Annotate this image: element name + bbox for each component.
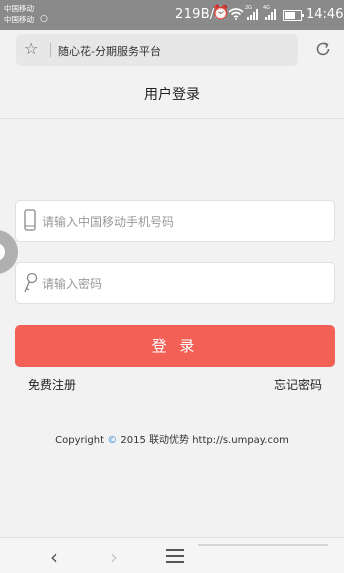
password-placeholder: 请输入密码 <box>42 277 103 291</box>
back-icon[interactable]: ‹ <box>50 545 58 569</box>
toolbar-indicator <box>198 544 328 546</box>
carrier-top: 中国移动 <box>4 4 34 13</box>
key-icon <box>24 272 38 293</box>
register-link[interactable]: 免费注册 <box>28 376 76 393</box>
phone-placeholder: 请输入中国移动手机号码 <box>42 215 175 229</box>
sim1-signal-icon: 2G <box>245 5 258 20</box>
password-field[interactable]: 请输入密码 <box>15 262 335 304</box>
star-icon[interactable]: ☆ <box>24 39 38 58</box>
alarm-icon: ⏰ <box>212 5 230 21</box>
copyright-text: 2015 联动优势 http://s.umpay.com <box>120 435 289 446</box>
sim1-type: 2G <box>245 5 253 11</box>
phone-field[interactable]: 请输入中国移动手机号码 <box>15 200 335 242</box>
battery-icon <box>283 10 304 21</box>
status-bar: 中国移动 中国移动 ○ 219B/s ⏰ 2G 4G 14:46 <box>0 0 344 30</box>
sim2-type: 4G <box>263 5 271 11</box>
browser-toolbar: ‹ › <box>0 537 344 573</box>
reload-icon[interactable] <box>314 40 332 58</box>
url-divider <box>50 43 51 57</box>
clock: 14:46 <box>306 7 344 22</box>
login-button[interactable]: 登 录 <box>15 325 335 367</box>
browser-page-title: 随心花-分期服务平台 <box>58 45 161 58</box>
carrier-bottom: 中国移动 <box>4 15 34 24</box>
carrier-signal-icon: ○ <box>40 14 48 24</box>
wifi-icon <box>228 8 244 20</box>
copyright-label: Copyright <box>55 435 105 446</box>
forward-icon[interactable]: › <box>110 545 118 569</box>
header-divider <box>0 118 344 119</box>
copyright-icon: © <box>107 435 118 446</box>
phone-icon <box>24 209 36 231</box>
carrier-labels: 中国移动 中国移动 <box>4 3 34 25</box>
copyright-footer: Copyright © 2015 联动优势 http://s.umpay.com <box>0 431 344 446</box>
menu-icon[interactable] <box>166 549 184 567</box>
page-title: 用户登录 <box>144 87 200 103</box>
sim2-signal-icon: 4G <box>263 5 276 20</box>
forgot-password-link[interactable]: 忘记密码 <box>274 376 322 393</box>
url-bar[interactable]: ☆ 随心花-分期服务平台 <box>16 34 298 66</box>
